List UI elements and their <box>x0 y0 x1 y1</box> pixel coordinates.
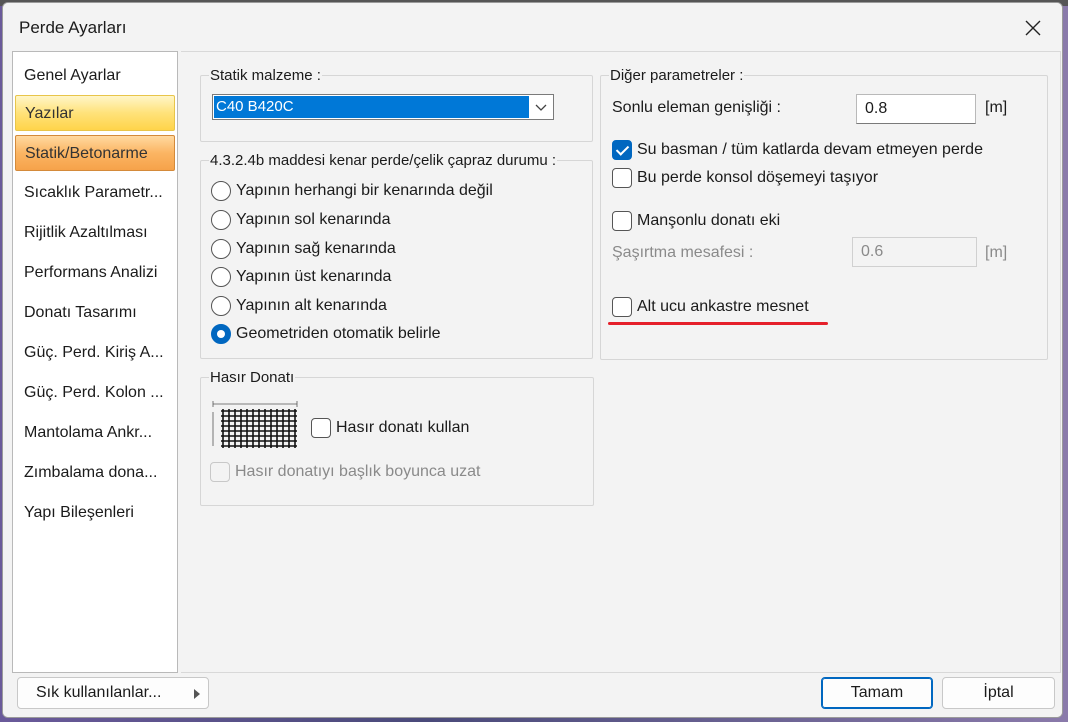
radio-option-left-edge[interactable]: Yapının sol kenarında <box>211 208 390 232</box>
fe-width-unit: [m] <box>985 99 1008 116</box>
radio-option-auto[interactable]: Geometriden otomatik belirle <box>211 322 441 346</box>
radio-option-right-edge[interactable]: Yapının sağ kenarında <box>211 237 396 261</box>
favorites-button[interactable]: Sık kullanılanlar... <box>17 677 209 709</box>
sidebar-item-yapi-bilesenleri[interactable]: Yapı Bileşenleri <box>15 495 175 531</box>
settings-panel: Statik malzeme : C40 B420C 4.3.2.4b madd… <box>181 51 1061 673</box>
settings-sidebar: Genel Ayarlar Yazılar Statik/Betonarme S… <box>12 51 178 673</box>
sidebar-item-sicaklik[interactable]: Sıcaklık Parametr... <box>15 175 175 211</box>
fixed-support-checkbox-row[interactable]: Alt ucu ankastre mesnet <box>612 295 809 319</box>
other-parameters-group: Diğer parametreler : Sonlu eleman genişl… <box>600 67 1048 360</box>
chevron-right-icon <box>194 689 200 699</box>
sidebar-item-performans[interactable]: Performans Analizi <box>15 255 175 291</box>
edge-condition-group: 4.3.2.4b maddesi kenar perde/çelik çapra… <box>200 152 593 359</box>
radio-option-not-edge[interactable]: Yapının herhangi bir kenarında değil <box>211 179 493 203</box>
radio-label: Yapının sağ kenarında <box>236 240 396 257</box>
radio-circle-selected[interactable] <box>211 324 231 344</box>
close-button[interactable] <box>1010 9 1056 47</box>
fe-width-input[interactable]: 0.8 <box>856 94 976 124</box>
title-bar: Perde Ayarları <box>3 3 1062 49</box>
mesh-reinforcement-group: Hasır Donatı Hasır donatı kullan Hasır d… <box>200 369 594 506</box>
sidebar-item-mantolama[interactable]: Mantolama Ankr... <box>15 415 175 451</box>
radio-circle[interactable] <box>211 210 231 230</box>
radio-label: Yapının alt kenarında <box>236 297 387 314</box>
sidebar-item-guc-perd-kiris[interactable]: Güç. Perd. Kiriş A... <box>15 335 175 371</box>
dialog-window: Perde Ayarları Genel Ayarlar Yazılar Sta… <box>2 2 1063 718</box>
radio-option-bottom-edge[interactable]: Yapının alt kenarında <box>211 294 387 318</box>
radio-circle[interactable] <box>211 267 231 287</box>
stagger-unit: [m] <box>985 244 1008 261</box>
sidebar-item-zimbalama[interactable]: Zımbalama dona... <box>15 455 175 491</box>
close-icon <box>1025 20 1041 36</box>
dialog-footer: Sık kullanılanlar... Tamam İptal <box>3 673 1062 717</box>
extend-mesh-label: Hasır donatıyı başlık boyunca uzat <box>235 463 481 480</box>
fixed-support-checkbox[interactable] <box>612 297 632 317</box>
mesh-reinforcement-icon <box>212 401 298 448</box>
cantilever-checkbox-row[interactable]: Bu perde konsol döşemeyi taşıyor <box>612 166 878 190</box>
use-mesh-checkbox-row[interactable]: Hasır donatı kullan <box>311 416 469 440</box>
sleeve-checkbox-row[interactable]: Manşonlu donatı eki <box>612 209 780 233</box>
basement-label: Su basman / tüm katlarda devam etmeyen p… <box>637 141 983 158</box>
radio-label: Yapının sol kenarında <box>236 211 391 228</box>
basement-checkbox[interactable] <box>612 140 632 160</box>
basement-checkbox-row[interactable]: Su basman / tüm katlarda devam etmeyen p… <box>612 138 983 162</box>
other-parameters-title: Diğer parametreler : <box>609 67 745 84</box>
radio-label: Geometriden otomatik belirle <box>236 325 441 342</box>
sidebar-item-donati-tasarimi[interactable]: Donatı Tasarımı <box>15 295 175 331</box>
stagger-label: Şaşırtma mesafesi : <box>612 244 754 261</box>
window-title: Perde Ayarları <box>19 18 127 37</box>
sleeve-checkbox[interactable] <box>612 211 632 231</box>
favorites-label: Sık kullanılanlar... <box>36 684 162 701</box>
ok-button[interactable]: Tamam <box>821 677 933 709</box>
stagger-input: 0.6 <box>852 237 977 267</box>
static-material-value: C40 B420C <box>214 96 529 118</box>
radio-circle[interactable] <box>211 296 231 316</box>
edge-condition-title: 4.3.2.4b maddesi kenar perde/çelik çapra… <box>209 152 558 169</box>
highlight-underline <box>608 322 828 325</box>
cantilever-checkbox[interactable] <box>612 168 632 188</box>
fixed-support-label: Alt ucu ankastre mesnet <box>637 298 809 315</box>
cantilever-label: Bu perde konsol döşemeyi taşıyor <box>637 169 879 186</box>
static-material-title: Statik malzeme : <box>209 67 322 84</box>
sidebar-item-yazilar[interactable]: Yazılar <box>15 95 175 131</box>
mesh-title: Hasır Donatı <box>209 369 296 386</box>
radio-label: Yapının üst kenarında <box>236 268 392 285</box>
radio-label: Yapının herhangi bir kenarında değil <box>236 182 493 199</box>
extend-mesh-checkbox <box>210 462 230 482</box>
radio-option-top-edge[interactable]: Yapının üst kenarında <box>211 265 391 289</box>
sidebar-item-genel-ayarlar[interactable]: Genel Ayarlar <box>15 58 175 94</box>
radio-circle[interactable] <box>211 239 231 259</box>
use-mesh-checkbox[interactable] <box>311 418 331 438</box>
chevron-down-icon <box>535 104 547 111</box>
sidebar-item-rijitlik[interactable]: Rijitlik Azaltılması <box>15 215 175 251</box>
sidebar-item-statik-betonarme[interactable]: Statik/Betonarme <box>15 135 175 171</box>
extend-mesh-checkbox-row: Hasır donatıyı başlık boyunca uzat <box>210 460 480 484</box>
sleeve-label: Manşonlu donatı eki <box>637 212 781 229</box>
static-material-select[interactable]: C40 B420C <box>212 94 554 120</box>
sidebar-item-guc-perd-kolon[interactable]: Güç. Perd. Kolon ... <box>15 375 175 411</box>
use-mesh-label: Hasır donatı kullan <box>336 419 470 436</box>
cancel-button[interactable]: İptal <box>942 677 1055 709</box>
fe-width-label: Sonlu eleman genişliği : <box>612 99 781 116</box>
radio-circle[interactable] <box>211 181 231 201</box>
static-material-group: Statik malzeme : C40 B420C <box>200 67 593 142</box>
